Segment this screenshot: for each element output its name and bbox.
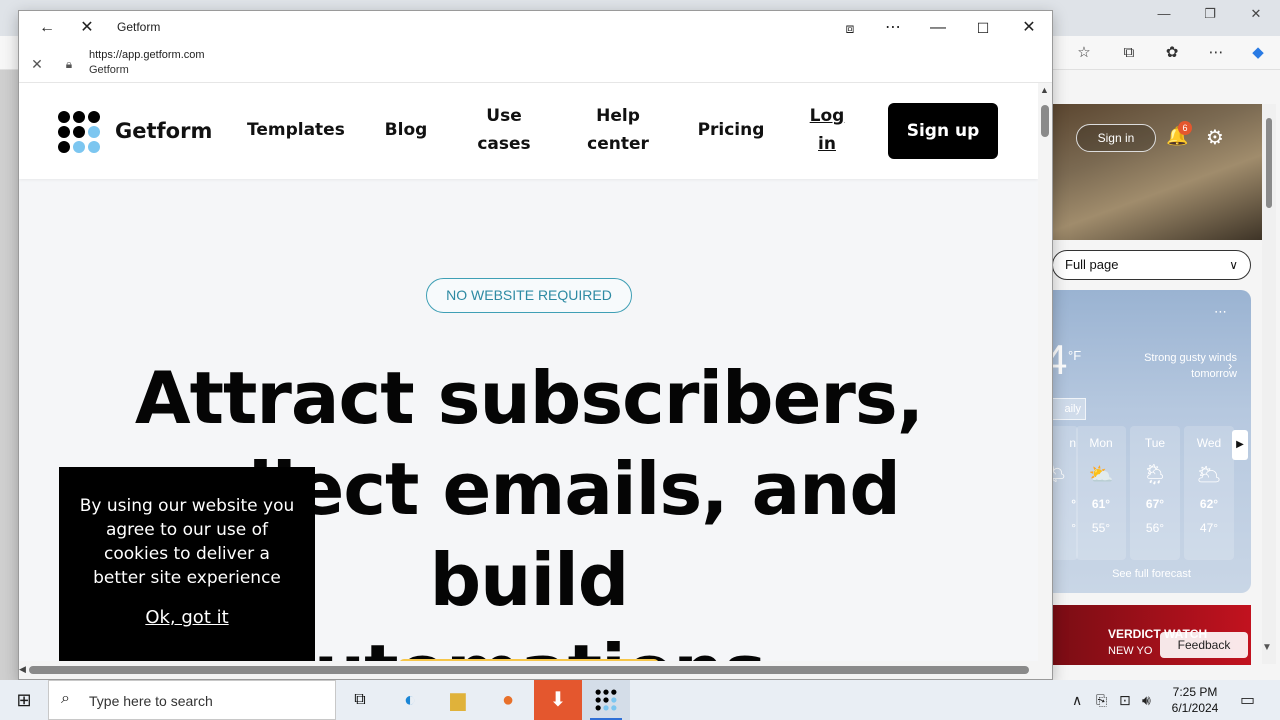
collections-icon[interactable]: ⧉ <box>1118 42 1140 64</box>
popup-vertical-scrollbar[interactable]: ▲ <box>1038 83 1052 661</box>
maximize-icon[interactable]: ☐ <box>971 16 995 40</box>
see-full-forecast-link[interactable]: See full forecast <box>1052 568 1251 580</box>
file-explorer-icon[interactable]: ▆ <box>434 680 482 720</box>
notification-center-icon[interactable]: ▭ <box>1240 690 1255 710</box>
nav-help-center[interactable]: Help center <box>579 102 657 158</box>
gear-icon[interactable]: ⚙ <box>1206 125 1224 150</box>
scroll-down-icon[interactable]: ▼ <box>1262 642 1272 653</box>
news-subtitle: NEW YO <box>1108 645 1153 657</box>
page-mode-select[interactable]: Full page ∨ <box>1052 250 1251 280</box>
popup-window: ← ✕ Getform ⧈ ⋯ — ☐ ✕ ✕ 🔒︎ https://app.g… <box>18 10 1053 680</box>
chevron-up-icon[interactable]: ∧ <box>1072 692 1082 709</box>
edge-icon[interactable]: ◐ <box>386 680 434 720</box>
taskbar-clock[interactable]: 7:25 PM 6/1/2024 <box>1160 684 1230 716</box>
scroll-thumb[interactable] <box>1041 105 1049 137</box>
copilot-icon[interactable]: ◆ <box>1247 42 1269 64</box>
cookie-banner: By using our website you agree to our us… <box>59 467 315 661</box>
scroll-thumb[interactable] <box>29 666 1029 674</box>
feedback-button[interactable]: Feedback <box>1160 632 1248 658</box>
stop-icon[interactable]: ✕ <box>25 52 49 76</box>
chevron-right-icon[interactable]: › <box>1228 358 1232 373</box>
background-scrollbar[interactable] <box>1262 104 1276 664</box>
forecast-day: Wed 🌥 62° 47° <box>1184 426 1234 560</box>
popup-horizontal-scrollbar[interactable]: ◀ <box>19 661 1052 679</box>
taskbar: ⊞ ⌕ Type here to search ⧉ ◐ ▆ ● ⬇ ∧ ⎘ ⊡ … <box>0 680 1280 720</box>
extensions-icon[interactable]: ✿ <box>1161 42 1183 64</box>
page-viewport: Getform Templates Blog Use cases Help ce… <box>19 83 1038 661</box>
cookie-text: By using our website you agree to our us… <box>79 496 295 588</box>
search-icon: ⌕ <box>61 690 70 707</box>
popup-page-name: Getform <box>89 64 129 76</box>
scroll-left-icon[interactable]: ◀ <box>19 664 26 675</box>
forecast-day: n 🌤 ° ° <box>1052 426 1078 560</box>
popup-titlebar: ← ✕ Getform ⧈ ⋯ — ☐ ✕ <box>19 11 1052 45</box>
site-header: Getform Templates Blog Use cases Help ce… <box>19 83 1038 179</box>
volume-icon[interactable]: 🔊︎ <box>1142 692 1151 709</box>
device-icon[interactable]: ⎘ <box>1096 692 1107 709</box>
popup-url[interactable]: https://app.getform.com <box>89 49 205 61</box>
scroll-up-icon[interactable]: ▲ <box>1040 85 1049 95</box>
nav-pricing[interactable]: Pricing <box>695 116 767 144</box>
weather-note: Strong gusty winds tomorrow <box>1144 352 1237 380</box>
getform-app-icon[interactable] <box>582 680 630 720</box>
back-arrow-icon[interactable]: ← <box>35 16 59 40</box>
close-icon[interactable]: ✕ <box>1017 16 1041 40</box>
minimize-icon[interactable]: — <box>926 16 950 40</box>
nav-blog[interactable]: Blog <box>379 116 433 144</box>
close-icon[interactable]: ✕ <box>1233 6 1279 22</box>
page-mode-value: Full page <box>1065 257 1119 272</box>
notification-badge: 6 <box>1178 121 1192 135</box>
minimize-icon[interactable]: — <box>1141 6 1187 21</box>
desktop: — ❐ ✕ ☆ ⧉ ✿ ⋯ ◆ Sign in 🔔 6 ⚙ Full page … <box>0 0 1280 720</box>
stop-loading-icon[interactable]: ✕ <box>75 16 99 40</box>
restore-icon[interactable]: ❐ <box>1187 6 1233 22</box>
cookie-accept-link[interactable]: Ok, got it <box>59 607 315 628</box>
no-website-badge: NO WEBSITE REQUIRED <box>426 278 632 313</box>
weather-icon: 🌤 <box>1052 464 1066 486</box>
brand-name[interactable]: Getform <box>115 119 212 143</box>
daily-tab[interactable]: aily <box>1052 398 1086 420</box>
rain-icon: 🌦 <box>1142 464 1168 486</box>
more-options-icon[interactable]: ⋯ <box>881 16 905 40</box>
sign-up-button[interactable]: Sign up <box>888 103 998 159</box>
popup-title: Getform <box>117 20 161 34</box>
more-menu-icon[interactable]: ⋯ <box>1205 42 1227 64</box>
network-icon[interactable]: ⊡ <box>1119 692 1131 709</box>
next-arrow-icon[interactable]: ▶ <box>1232 430 1248 460</box>
background-left-strip <box>0 70 18 680</box>
weather-unit: °F <box>1068 348 1082 363</box>
firefox-icon[interactable]: ● <box>484 680 532 720</box>
nav-templates[interactable]: Templates <box>247 116 345 144</box>
forecast-day: Tue 🌦 67° 56° <box>1130 426 1180 560</box>
read-aloud-icon[interactable]: ⧈ <box>838 16 862 40</box>
clock-time: 7:25 PM <box>1172 685 1218 699</box>
weather-temp: 4 <box>1052 336 1068 383</box>
taskbar-search-box[interactable]: ⌕ Type here to search <box>48 680 336 720</box>
clock-date: 6/1/2024 <box>1171 701 1219 715</box>
search-placeholder: Type here to search <box>89 693 213 709</box>
partly-cloudy-icon: ⛅ <box>1088 464 1114 486</box>
popup-address-bar: ✕ 🔒︎ https://app.getform.com Getform <box>19 45 1052 83</box>
sign-in-button[interactable]: Sign in <box>1076 124 1156 152</box>
favorites-star-icon[interactable]: ☆ <box>1073 42 1095 64</box>
lock-icon[interactable]: 🔒︎ <box>57 52 81 76</box>
more-icon[interactable]: ⋯ <box>1214 304 1227 320</box>
getform-logo-icon[interactable] <box>58 111 100 153</box>
sunny-cloud-icon: 🌥 <box>1196 464 1222 486</box>
task-view-icon[interactable]: ⧉ <box>336 680 384 720</box>
nav-use-cases[interactable]: Use cases <box>469 102 539 158</box>
nav-login[interactable]: Log in <box>805 102 849 158</box>
forecast-day: Mon ⛅ 61° 55° <box>1076 426 1126 560</box>
download-app-icon[interactable]: ⬇ <box>534 680 582 720</box>
windows-start-icon[interactable]: ⊞ <box>0 680 48 720</box>
weather-card: ⋯ 4 °F Strong gusty winds tomorrow › ail… <box>1052 290 1251 593</box>
chevron-down-icon: ∨ <box>1229 258 1238 272</box>
